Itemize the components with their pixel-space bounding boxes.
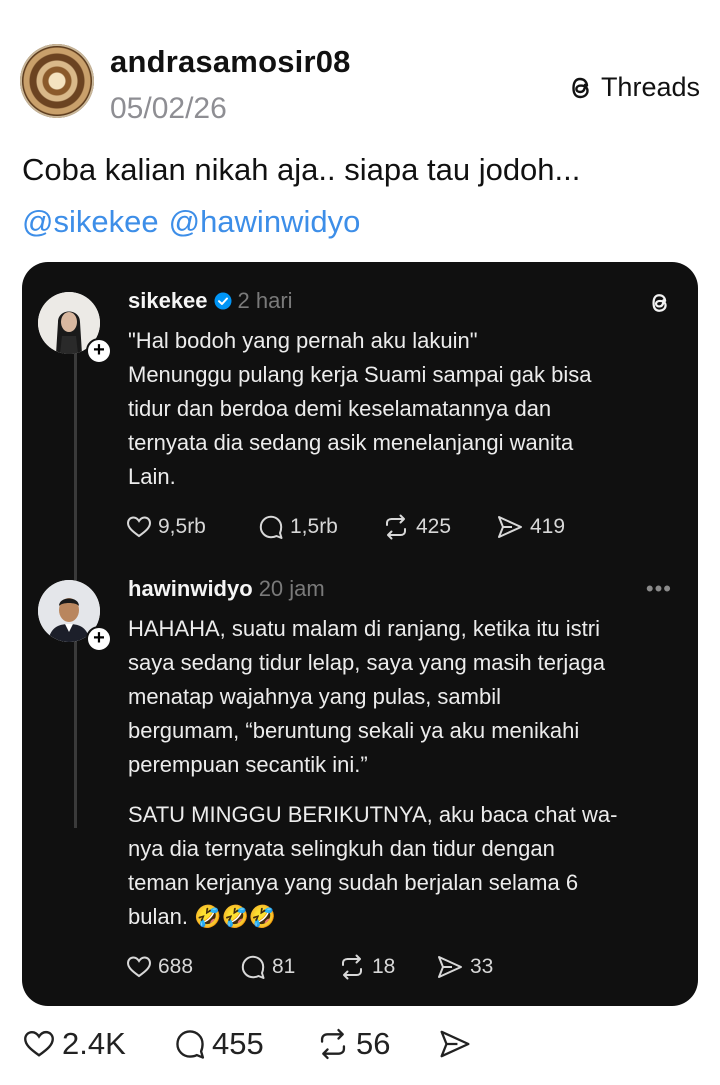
share-button[interactable]: 33 [436, 954, 493, 980]
post-username[interactable]: andrasamosir08 [110, 44, 351, 80]
threads-logo-icon[interactable] [648, 290, 672, 316]
comment-button[interactable]: 81 [240, 954, 338, 980]
repost-icon [382, 514, 410, 540]
brand-label: Threads [600, 72, 700, 102]
repost-button[interactable]: 56 [316, 1026, 438, 1062]
follow-plus-icon[interactable]: + [86, 338, 112, 364]
mention-link[interactable]: @sikekee [22, 204, 159, 239]
comment-count: 455 [212, 1026, 264, 1061]
reply-time: 20 jam [258, 576, 325, 601]
text-line: tidur dan berdoa demi keselamatannya dan [128, 396, 552, 421]
heart-icon [22, 1029, 56, 1059]
reply-username[interactable]: sikekee [128, 288, 208, 314]
like-button[interactable]: 688 [126, 955, 240, 979]
send-icon [436, 954, 464, 980]
send-icon [496, 514, 524, 540]
share-button[interactable]: 419 [496, 514, 565, 540]
repost-icon [338, 954, 366, 980]
like-count: 2.4K [62, 1026, 126, 1061]
mention-link[interactable]: @hawinwidyo [169, 204, 361, 239]
post-text: Coba kalian nikah aja.. siapa tau jodoh.… [22, 152, 581, 187]
like-count: 9,5rb [158, 515, 206, 538]
repost-count: 56 [356, 1026, 391, 1061]
share-count: 419 [530, 515, 566, 538]
post-mentions: @sikekee @hawinwidyo [22, 204, 370, 240]
repost-count: 18 [372, 955, 396, 978]
reply-stats: 9,5rb 1,5rb 425 419 [126, 514, 565, 540]
text-line: Lain. [128, 464, 176, 489]
post-header: andrasamosir08 05/02/26 Threads [20, 40, 700, 130]
text-line: perempuan secantik ini.” [128, 752, 368, 777]
reply-header: sikekee 2 hari [128, 288, 293, 314]
reply-username[interactable]: hawinwidyo [128, 576, 253, 602]
repost-count: 425 [416, 515, 452, 538]
reply-header: hawinwidyo 20 jam [128, 576, 325, 602]
comment-icon [240, 954, 266, 980]
reply-time: 2 hari [237, 288, 293, 313]
text-line: saya sedang tidur lelap, saya yang masih… [128, 650, 605, 675]
share-count: 33 [470, 955, 494, 978]
like-count: 688 [158, 955, 194, 978]
reply-stats: 688 81 18 33 [126, 954, 493, 980]
follow-plus-icon[interactable]: + [86, 626, 112, 652]
heart-icon [126, 515, 152, 539]
post-stats: 2.4K 455 56 [22, 1026, 472, 1062]
threads-brand: Threads [567, 72, 700, 103]
share-button[interactable] [438, 1028, 472, 1060]
text-line: bergumam, “beruntung sekali ya aku menik… [128, 718, 580, 743]
text-line: menatap wajahnya yang pulas, sambil [128, 684, 502, 709]
comment-icon [174, 1028, 206, 1060]
embedded-thread-card[interactable]: + sikekee 2 hari "Hal bodoh yang pernah … [22, 262, 698, 1006]
text-line: "Hal bodoh yang pernah aku lakuin" [128, 328, 478, 353]
comment-icon [258, 514, 284, 540]
comment-button[interactable]: 1,5rb [258, 514, 382, 540]
paragraph-spacer [128, 782, 676, 798]
reply-text: "Hal bodoh yang pernah aku lakuin" Menun… [128, 324, 676, 494]
heart-icon [126, 955, 152, 979]
comment-button[interactable]: 455 [174, 1026, 316, 1062]
more-options-icon[interactable]: ••• [646, 576, 672, 602]
repost-icon [316, 1028, 350, 1060]
reply-text: HAHAHA, suatu malam di ranjang, ketika i… [128, 612, 676, 934]
avatar[interactable] [20, 44, 94, 118]
like-button[interactable]: 2.4K [22, 1026, 174, 1062]
comment-count: 81 [272, 955, 296, 978]
threads-logo-icon [567, 73, 595, 103]
comment-count: 1,5rb [290, 515, 338, 538]
repost-button[interactable]: 425 [382, 514, 496, 540]
text-line: HAHAHA, suatu malam di ranjang, ketika i… [128, 616, 600, 641]
post-date: 05/02/26 [110, 92, 227, 125]
text-line: ternyata dia sedang asik menelanjangi wa… [128, 430, 574, 455]
text-line: bulan. 🤣🤣🤣 [128, 904, 277, 929]
verified-badge-icon [214, 292, 232, 310]
like-button[interactable]: 9,5rb [126, 515, 258, 539]
send-icon [438, 1028, 472, 1060]
text-line: SATU MINGGU BERIKUTNYA, aku baca chat wa… [128, 802, 618, 827]
repost-button[interactable]: 18 [338, 954, 436, 980]
text-line: teman kerjanya yang sudah berjalan selam… [128, 870, 579, 895]
text-line: nya dia ternyata selingkuh dan tidur den… [128, 836, 555, 861]
text-line: Menunggu pulang kerja Suami sampai gak b… [128, 362, 592, 387]
